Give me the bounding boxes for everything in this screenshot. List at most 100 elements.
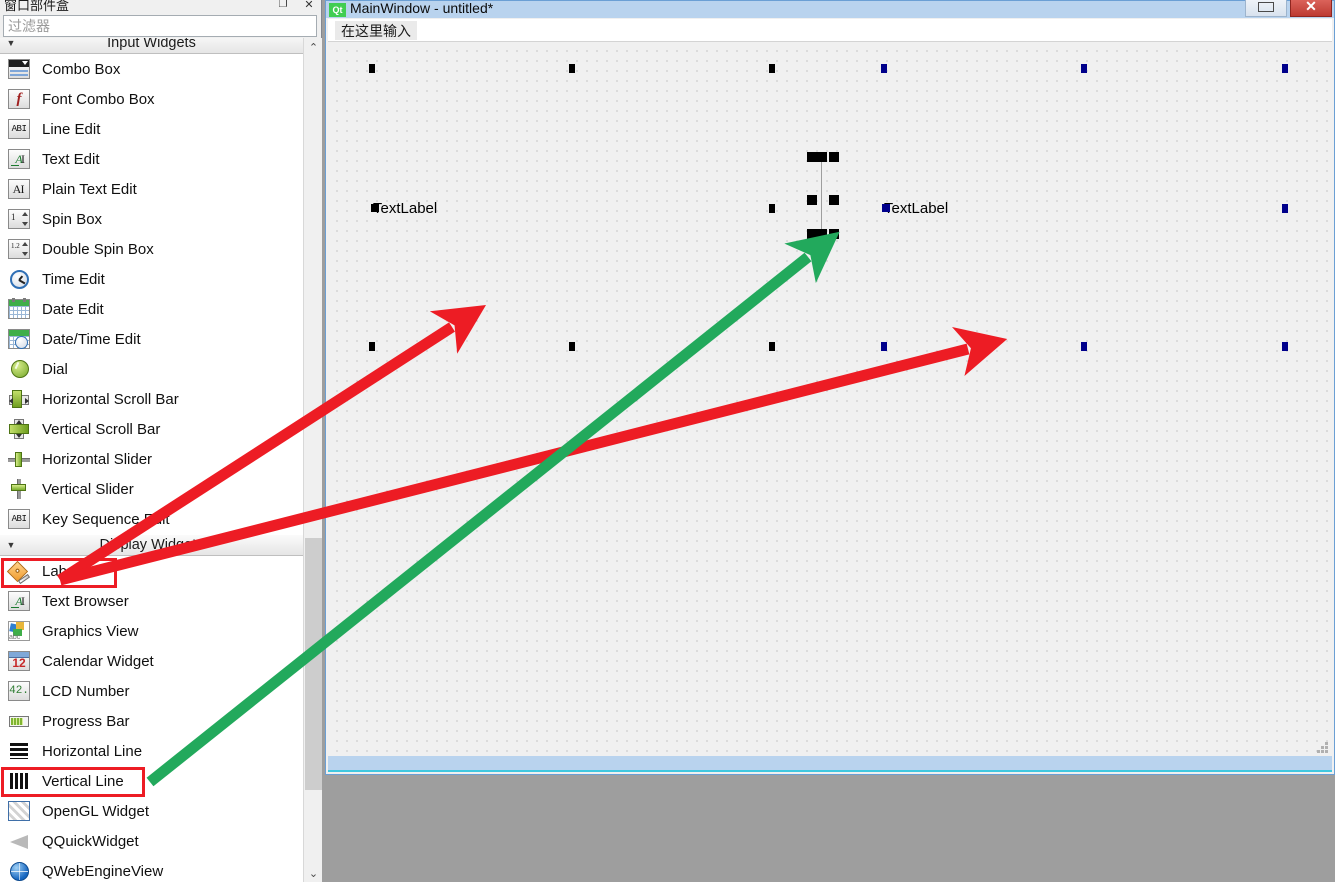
- vertical-line-icon: [6, 769, 32, 793]
- selection-handle[interactable]: [882, 204, 890, 212]
- widget-item-time-edit[interactable]: Time Edit: [0, 264, 303, 294]
- form-text-label-left[interactable]: TextLabel: [371, 200, 438, 217]
- widget-list-scrollbar[interactable]: ⌃ ⌄: [303, 38, 322, 882]
- resize-handle-top-left[interactable]: [807, 152, 817, 162]
- widget-item-qwebengineview[interactable]: QWebEngineView: [0, 856, 303, 882]
- close-icon[interactable]: ✕: [296, 0, 322, 12]
- widget-item-vertical-slider[interactable]: Vertical Slider: [0, 474, 303, 504]
- widget-item-double-spin-box[interactable]: 1.2 Double Spin Box: [0, 234, 303, 264]
- vertical-slider-icon: [6, 477, 32, 501]
- widget-item-horizontal-scroll-bar[interactable]: Horizontal Scroll Bar: [0, 384, 303, 414]
- widget-item-opengl-widget[interactable]: OpenGL Widget: [0, 796, 303, 826]
- menubar-placeholder[interactable]: 在这里输入: [335, 21, 417, 40]
- widget-item-text-browser[interactable]: A I Text Browser: [0, 586, 303, 616]
- widget-item-text-edit[interactable]: A I Text Edit: [0, 144, 303, 174]
- widget-item-label: Date Edit: [42, 300, 104, 318]
- widget-item-date-edit[interactable]: Date Edit: [0, 294, 303, 324]
- window-controls: ✕: [1245, 0, 1332, 17]
- resize-handle-middle-right[interactable]: [829, 195, 839, 205]
- form-grid-anchor: [569, 64, 575, 73]
- form-statusbar: [328, 756, 1332, 772]
- form-text-label-right[interactable]: TextLabel: [882, 200, 949, 217]
- widget-item-label: Horizontal Line: [42, 742, 143, 760]
- widget-item-label: Vertical Scroll Bar: [42, 420, 161, 438]
- widget-item-horizontal-line[interactable]: Horizontal Line: [0, 736, 303, 766]
- close-button[interactable]: ✕: [1290, 0, 1332, 17]
- date-time-edit-icon: [6, 327, 32, 351]
- widget-item-label: Horizontal Slider: [42, 450, 153, 468]
- widget-item-qquickwidget[interactable]: QQuickWidget: [0, 826, 303, 856]
- widget-item-vertical-scroll-bar[interactable]: Vertical Scroll Bar: [0, 414, 303, 444]
- widget-item-spin-box[interactable]: 1 Spin Box: [0, 204, 303, 234]
- section-header-input-widgets[interactable]: ▼ Input Widgets: [0, 38, 303, 54]
- menubar[interactable]: 在这里输入: [328, 19, 1332, 42]
- widget-item-label: Time Edit: [42, 270, 105, 288]
- screenshot-root: 窗口部件盒 ❐ ✕ ▼ Input Widgets: [0, 0, 1335, 882]
- resize-handle-bottom-center[interactable]: [817, 229, 827, 239]
- form-grid-anchor: [369, 64, 375, 73]
- form-grid-anchor: [1081, 64, 1087, 73]
- filter-input[interactable]: [3, 15, 317, 37]
- chevron-up-icon[interactable]: ⌃: [304, 38, 323, 56]
- resize-grip-icon[interactable]: [1316, 742, 1328, 754]
- resize-handle-bottom-left[interactable]: [807, 229, 817, 239]
- widget-item-label: QWebEngineView: [42, 862, 164, 880]
- widget-item-label[interactable]: Label: [0, 556, 303, 586]
- selected-vertical-line-widget[interactable]: [821, 159, 822, 237]
- widget-item-vertical-line[interactable]: Vertical Line: [0, 766, 303, 796]
- float-icon[interactable]: ❐: [270, 0, 296, 12]
- form-grid-anchor: [1282, 342, 1288, 351]
- widget-item-label-text: Label: [42, 562, 79, 580]
- widget-item-graphics-view[interactable]: abc Graphics View: [0, 616, 303, 646]
- date-edit-icon: [6, 297, 32, 321]
- widget-item-label: Combo Box: [42, 60, 121, 78]
- widget-item-label: Horizontal Scroll Bar: [42, 390, 179, 408]
- opengl-widget-icon: [6, 799, 32, 823]
- widget-item-progress-bar[interactable]: Progress Bar: [0, 706, 303, 736]
- widget-box-panel: 窗口部件盒 ❐ ✕ ▼ Input Widgets: [0, 0, 322, 882]
- widget-item-combo-box[interactable]: Combo Box: [0, 54, 303, 84]
- form-grid-anchor: [881, 342, 887, 351]
- resize-handle-top-right[interactable]: [829, 152, 839, 162]
- filter-field-wrapper: [3, 15, 317, 37]
- chevron-down-icon[interactable]: ⌄: [304, 864, 323, 882]
- scrollbar-thumb[interactable]: [305, 538, 322, 790]
- widget-item-lcd-number[interactable]: 42. LCD Number: [0, 676, 303, 706]
- vertical-scroll-bar-icon: [6, 417, 32, 441]
- chevron-down-icon: ▼: [6, 539, 16, 550]
- widget-item-label: Text Browser: [42, 592, 129, 610]
- widget-item-calendar-widget[interactable]: 12 Calendar Widget: [0, 646, 303, 676]
- section-header-display-widgets[interactable]: ▼ Display Widgets: [0, 534, 303, 556]
- line-edit-icon: ABI: [6, 117, 32, 141]
- restore-icon: [1258, 1, 1274, 12]
- widget-item-plain-text-edit[interactable]: A I Plain Text Edit: [0, 174, 303, 204]
- widget-item-label: Line Edit: [42, 120, 101, 138]
- progress-bar-icon: [6, 709, 32, 733]
- selection-handle[interactable]: [371, 204, 379, 212]
- widget-item-dial[interactable]: Dial: [0, 354, 303, 384]
- form-canvas[interactable]: TextLabel TextLabel: [328, 42, 1332, 758]
- text-label-content: TextLabel: [373, 200, 438, 217]
- form-grid-anchor: [769, 204, 775, 213]
- widget-item-horizontal-slider[interactable]: Horizontal Slider: [0, 444, 303, 474]
- plain-text-edit-icon: A I: [6, 177, 32, 201]
- widget-box-titlebar: 窗口部件盒 ❐ ✕: [0, 0, 322, 14]
- restore-button[interactable]: [1245, 0, 1287, 17]
- widget-item-font-combo-box[interactable]: f Font Combo Box: [0, 84, 303, 114]
- widget-item-key-sequence-edit[interactable]: ABI Key Sequence Edit: [0, 504, 303, 534]
- widget-box-title: 窗口部件盒: [4, 0, 70, 13]
- resize-handle-middle-left[interactable]: [807, 195, 817, 205]
- main-window-form: Qt MainWindow - untitled* ✕ 在这里输入 TextLa…: [325, 0, 1335, 775]
- text-label-content: TextLabel: [884, 200, 949, 217]
- form-grid-anchor: [881, 64, 887, 73]
- widget-item-date-time-edit[interactable]: Date/Time Edit: [0, 324, 303, 354]
- widget-item-line-edit[interactable]: ABI Line Edit: [0, 114, 303, 144]
- graphics-view-icon: abc: [6, 619, 32, 643]
- widget-item-label: Graphics View: [42, 622, 139, 640]
- form-grid-anchor: [569, 342, 575, 351]
- widget-list: ▼ Input Widgets Combo Box f Font Combo B…: [0, 38, 303, 882]
- form-grid-anchor: [369, 342, 375, 351]
- spin-box-icon: 1: [6, 207, 32, 231]
- resize-handle-top-center[interactable]: [817, 152, 827, 162]
- resize-handle-bottom-right[interactable]: [829, 229, 839, 239]
